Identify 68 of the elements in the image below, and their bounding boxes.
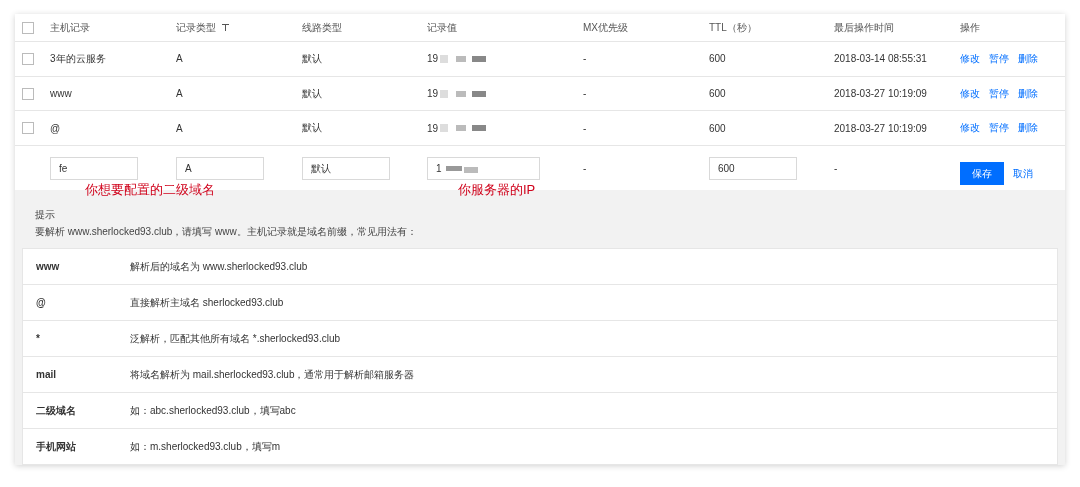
hint-title: 提示 bbox=[34, 208, 56, 222]
table-cell: 600 bbox=[709, 53, 726, 65]
table-cell-text: 二级域名 bbox=[35, 403, 77, 418]
table-cell: 将域名解析为 mail.sherlocked93.club，通常用于解析邮箱服务器 bbox=[130, 367, 415, 382]
table-cell: 3年的云服务 bbox=[50, 51, 106, 66]
table-cell-text: @ bbox=[35, 297, 47, 308]
action-link[interactable]: 修改 bbox=[960, 86, 980, 101]
action-link[interactable]: 删除 bbox=[1018, 51, 1038, 66]
table-cell: 泛解析，匹配其他所有域名 *.sherlocked93.club bbox=[130, 331, 341, 346]
action-link[interactable]: 修改 bbox=[960, 51, 980, 66]
column-header: 最后操作时间 bbox=[834, 20, 894, 35]
save-button[interactable]: 保存 bbox=[960, 162, 1004, 186]
table-cell-text: * bbox=[35, 333, 41, 344]
ttl-input[interactable]: 600 bbox=[709, 157, 797, 181]
table-cell: 2018-03-27 10:19:09 bbox=[834, 122, 927, 134]
action-link[interactable]: 修改 bbox=[960, 121, 980, 136]
table-cell: 2018-03-14 08:55:31 bbox=[834, 53, 927, 65]
column-header: 线路类型 bbox=[302, 20, 342, 35]
action-link[interactable]: 删除 bbox=[1018, 121, 1038, 136]
column-header: 记录类型 bbox=[176, 20, 216, 35]
table-cell: 默认 bbox=[302, 121, 322, 136]
table-cell: - bbox=[583, 88, 587, 100]
checkbox[interactable] bbox=[22, 21, 34, 34]
hint-text: 要解析 www.sherlocked93.club，请填写 www。主机记录就是域名前缀，常见用法有： bbox=[34, 225, 418, 239]
table-cell: 19 bbox=[427, 53, 439, 65]
table-cell: 直接解析主域名 sherlocked93.club bbox=[130, 295, 284, 310]
value-input[interactable]: 1 bbox=[427, 157, 540, 181]
table-cell: www bbox=[50, 88, 72, 100]
action-link[interactable]: 暂停 bbox=[989, 86, 1009, 101]
table-cell: A bbox=[176, 122, 183, 134]
table-cell-text: 手机网站 bbox=[35, 439, 77, 454]
table-cell: 默认 bbox=[302, 86, 322, 101]
action-link[interactable]: 删除 bbox=[1018, 86, 1038, 101]
table-cell: 600 bbox=[709, 88, 726, 100]
table-cell: A bbox=[176, 88, 183, 100]
column-header: 记录值 bbox=[427, 20, 457, 35]
table-cell: - bbox=[583, 163, 587, 175]
checkbox[interactable] bbox=[22, 52, 34, 65]
line-input[interactable]: 默认 bbox=[302, 157, 390, 181]
table-cell: 如：abc.sherlocked93.club，填写abc bbox=[130, 403, 296, 418]
action-link[interactable]: 暂停 bbox=[989, 121, 1009, 136]
checkbox[interactable] bbox=[22, 87, 34, 100]
type-input[interactable]: A bbox=[176, 157, 264, 181]
table-cell: 解析后的域名为 www.sherlocked93.club bbox=[130, 259, 308, 274]
table-cell: 默认 bbox=[302, 51, 322, 66]
column-header: 主机记录 bbox=[50, 20, 90, 35]
action-link[interactable]: 暂停 bbox=[989, 51, 1009, 66]
table-cell: 2018-03-27 10:19:09 bbox=[834, 88, 927, 100]
table-cell: - bbox=[583, 53, 587, 65]
cancel-link[interactable]: 取消 bbox=[1013, 166, 1033, 181]
table-cell: 19 bbox=[427, 122, 439, 134]
host-input[interactable]: fe bbox=[50, 157, 138, 181]
table-cell-text: mail bbox=[35, 369, 57, 380]
checkbox[interactable] bbox=[22, 122, 34, 135]
table-cell: 如：m.sherlocked93.club，填写m bbox=[130, 439, 281, 454]
table-cell: @ bbox=[50, 122, 61, 134]
column-header: 操作 bbox=[960, 20, 980, 35]
filter-icon[interactable] bbox=[222, 24, 229, 32]
table-cell: - bbox=[834, 163, 838, 175]
annotation-text: 你服务器的IP bbox=[458, 181, 536, 200]
table-cell: - bbox=[583, 122, 587, 134]
table-cell-text: www bbox=[35, 261, 61, 272]
table-cell: 600 bbox=[709, 122, 726, 134]
column-header: TTL（秒） bbox=[709, 20, 757, 35]
annotation-text: 你想要配置的二级域名 bbox=[85, 181, 215, 200]
column-header: MX优先级 bbox=[583, 20, 628, 35]
table-cell: 19 bbox=[427, 88, 439, 100]
table-cell: A bbox=[176, 53, 183, 65]
